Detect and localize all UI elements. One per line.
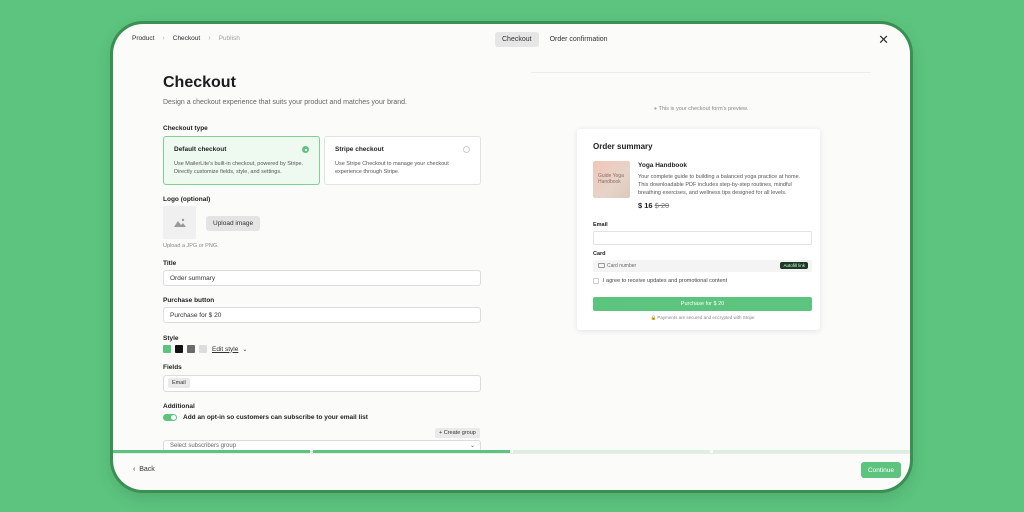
purchase-button[interactable]: Purchase for $ 20: [593, 297, 812, 311]
page-title: Checkout: [163, 74, 236, 91]
price-old: $ 20: [654, 201, 670, 210]
checkout-form: Checkout Design a checkout experience th…: [163, 74, 481, 106]
optin-row: Add an opt-in so customers can subscribe…: [163, 414, 368, 421]
style-label: Style: [163, 335, 179, 342]
select-placeholder: Select subscribers group: [170, 443, 237, 449]
product-name: Yoga Handbook: [638, 162, 687, 169]
agree-text: I agree to receive updates and promotion…: [603, 278, 728, 284]
swatch-grey[interactable]: [187, 345, 195, 353]
radio-icon: [463, 146, 470, 153]
stripe-checkout-option[interactable]: Stripe checkout Use Stripe Checkout to m…: [324, 136, 481, 185]
fields-box[interactable]: Email: [163, 375, 481, 392]
product-description: Your complete guide to building a balanc…: [638, 174, 801, 196]
chevron-down-icon: ⌄: [242, 346, 248, 353]
breadcrumb-publish: Publish: [218, 35, 240, 42]
price-current: $ 16: [638, 201, 653, 210]
back-button[interactable]: ‹ Back: [133, 466, 155, 473]
chevron-right-icon: ›: [208, 35, 211, 42]
swatch-black[interactable]: [175, 345, 183, 353]
card-placeholder: Card number: [607, 263, 637, 269]
card-number-field[interactable]: Card number Autofill link: [593, 260, 812, 272]
agree-checkbox[interactable]: [593, 278, 599, 284]
style-swatches: Edit style ⌄: [163, 345, 247, 353]
secure-text: Payments are secured and encrypted with …: [657, 315, 755, 320]
close-icon[interactable]: ✕: [878, 32, 889, 48]
tabs: Checkout Order confirmation: [495, 32, 615, 47]
field-chip-email[interactable]: Email: [168, 378, 190, 388]
option-title: Default checkout: [174, 146, 227, 153]
book-cover-image: Guide Yoga Handbook: [593, 161, 630, 198]
checkout-editor-window: Product › Checkout › Publish Checkout Or…: [113, 24, 910, 490]
product-price: $ 16 $ 20: [638, 201, 669, 210]
credit-card-icon: [598, 263, 605, 268]
order-summary-preview: Order summary Guide Yoga Handbook Yoga H…: [577, 129, 820, 330]
default-checkout-option[interactable]: Default checkout Use MailerLite's built-…: [163, 136, 320, 185]
breadcrumb: Product › Checkout › Publish: [132, 35, 240, 42]
breadcrumb-product[interactable]: Product: [132, 35, 154, 42]
radio-selected-icon: [302, 146, 309, 153]
optin-text: Add an opt-in so customers can subscribe…: [183, 414, 368, 421]
chevron-left-icon: ‹: [133, 466, 136, 473]
option-title: Stripe checkout: [335, 146, 384, 153]
swatch-green[interactable]: [163, 345, 171, 353]
create-group-button[interactable]: + Create group: [435, 428, 480, 438]
agree-row: I agree to receive updates and promotion…: [593, 278, 727, 284]
secure-note: 🔒 Payments are secured and encrypted wit…: [593, 315, 812, 321]
top-bar: Product › Checkout › Publish Checkout Or…: [113, 24, 910, 58]
logo-label: Logo (optional): [163, 196, 211, 203]
edit-style-link[interactable]: Edit style: [212, 346, 238, 353]
autofill-link-button[interactable]: Autofill link: [780, 262, 808, 269]
email-field[interactable]: [593, 231, 812, 245]
logo-placeholder: [163, 206, 196, 239]
chevron-right-icon: ›: [162, 35, 165, 42]
tab-checkout[interactable]: Checkout: [495, 32, 539, 47]
page-subtitle: Design a checkout experience that suits …: [163, 99, 407, 106]
upload-image-button[interactable]: Upload image: [206, 216, 261, 231]
additional-label: Additional: [163, 403, 195, 410]
chevron-down-icon: ⌄: [469, 443, 475, 449]
preview-note-text: This is your checkout form's preview.: [658, 106, 749, 112]
back-label: Back: [139, 466, 155, 473]
tab-order-confirmation[interactable]: Order confirmation: [543, 32, 615, 47]
purchase-button-input[interactable]: Purchase for $ 20: [163, 307, 481, 323]
option-description: Use Stripe Checkout to manage your check…: [335, 161, 449, 175]
lock-icon: 🔒: [650, 315, 657, 320]
summary-title: Order summary: [593, 142, 653, 151]
continue-button[interactable]: Continue: [861, 462, 901, 478]
purchase-button-label: Purchase button: [163, 297, 215, 304]
title-input[interactable]: Order summary: [163, 270, 481, 286]
optin-toggle[interactable]: [163, 414, 177, 421]
breadcrumb-checkout[interactable]: Checkout: [173, 35, 200, 42]
swatch-light[interactable]: [199, 345, 207, 353]
option-description: Use MailerLite's built-in checkout, powe…: [174, 161, 304, 175]
preview-note: ● This is your checkout form's preview.: [531, 106, 871, 112]
fields-label: Fields: [163, 364, 182, 371]
email-label: Email: [593, 222, 608, 228]
book-cover-text: Guide Yoga Handbook: [598, 173, 624, 185]
title-label: Title: [163, 260, 177, 267]
eye-icon: ●: [653, 106, 658, 112]
upload-hint: Upload a JPG or PNG.: [163, 243, 219, 249]
card-label: Card: [593, 251, 606, 257]
image-icon: [173, 218, 186, 227]
checkout-type-label: Checkout type: [163, 125, 208, 132]
preview-divider: [531, 72, 871, 73]
footer: ‹ Back Continue: [113, 453, 910, 490]
